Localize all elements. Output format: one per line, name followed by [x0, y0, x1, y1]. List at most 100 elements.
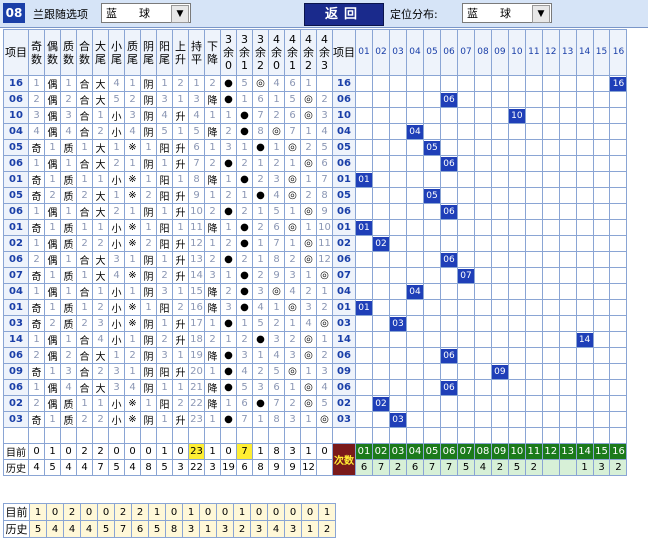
position-ball: 01 — [356, 172, 372, 187]
position-cell — [575, 107, 594, 124]
position-cell — [457, 187, 475, 204]
cell-small: 2 — [108, 203, 125, 220]
table-row: 03 奇 2 质 2 3 小 ※ 阴 1 升 17 1 ● 1 5 2 1 4 ◎ 03 03 — [3, 315, 628, 332]
cell-comp: 合 — [76, 379, 93, 396]
position-cell — [490, 315, 509, 332]
cell-m40: 1 — [268, 91, 285, 108]
position-cell — [558, 187, 577, 204]
position-ball: 07 — [458, 268, 474, 283]
cell-m31: ● — [236, 299, 253, 316]
position-cell — [524, 107, 543, 124]
cell-prime: 1 — [60, 331, 77, 348]
cell-m43: ◎ — [316, 315, 333, 332]
position-cell — [524, 75, 543, 92]
position-ball: 02 — [373, 396, 389, 411]
position-cell — [558, 155, 577, 172]
position-cell — [558, 315, 577, 332]
back-button[interactable]: 返回 — [304, 3, 384, 26]
position-cell — [575, 363, 594, 380]
position-cell — [406, 75, 424, 92]
cell-odd: 4 — [28, 123, 45, 140]
chevron-down-icon[interactable]: ▼ — [171, 5, 189, 23]
cell-down: 1 — [204, 107, 221, 124]
next-number: 04 — [406, 443, 424, 460]
position-cell — [440, 395, 458, 412]
cell-odd: 2 — [28, 91, 45, 108]
position-cell — [558, 395, 577, 412]
spacer-cell — [108, 427, 125, 444]
cell-pt: 2 — [124, 347, 141, 364]
position-cell — [575, 123, 594, 140]
cell-m41: 4 — [284, 283, 301, 300]
cell-big: 大 — [92, 91, 109, 108]
position-select-value: 蓝 球 — [467, 7, 511, 20]
stats-value: 3 — [204, 459, 221, 476]
next-count: 5 — [507, 459, 526, 476]
cell-yin: 阴 — [140, 347, 157, 364]
position-cell — [609, 347, 628, 364]
next-count: 5 — [457, 459, 475, 476]
cell-down: 降 — [204, 299, 221, 316]
cell-m32: 1 — [252, 411, 269, 428]
next-number: 06 — [440, 443, 458, 460]
position-cell — [372, 75, 390, 92]
bottom-stats-label: 目前 — [3, 503, 30, 521]
cell-small: 小 — [108, 171, 125, 188]
position-cell — [355, 91, 373, 108]
next-number: 12 — [541, 443, 560, 460]
position-cell — [524, 91, 543, 108]
cell-flat: 15 — [188, 283, 205, 300]
position-cell — [592, 283, 611, 300]
row-item: 07 — [3, 267, 29, 284]
position-cell: 03 — [389, 411, 407, 428]
position-cell — [440, 331, 458, 348]
cell-big: 大 — [92, 267, 109, 284]
follow-option-select[interactable]: 蓝 球 ▼ — [101, 3, 191, 23]
cell-comp: 1 — [76, 299, 93, 316]
cell-even: 2 — [44, 187, 61, 204]
position-cell — [507, 395, 526, 412]
position-header: 12 — [541, 29, 560, 76]
row-item: 10 — [3, 107, 29, 124]
bottom-stats-value: 0 — [216, 503, 234, 521]
cell-up: 1 — [172, 219, 189, 236]
position-cell — [609, 123, 628, 140]
spacer-cell — [220, 427, 237, 444]
cell-prime: 质 — [60, 235, 77, 252]
position-cell — [490, 251, 509, 268]
cell-even: 偶 — [44, 75, 61, 92]
position-cell — [474, 123, 492, 140]
position-cell — [389, 107, 407, 124]
cell-m42: 4 — [300, 315, 317, 332]
row-item-right: 04 — [332, 123, 356, 140]
position-cell — [457, 171, 475, 188]
position-cell — [440, 267, 458, 284]
position-cell — [355, 347, 373, 364]
cell-flat: 14 — [188, 267, 205, 284]
cell-even: 1 — [44, 363, 61, 380]
cell-small: 小 — [108, 315, 125, 332]
bottom-stats-value: 4 — [80, 520, 98, 538]
cell-m42: 1 — [300, 363, 317, 380]
cell-comp: 2 — [76, 235, 93, 252]
position-header: 16 — [609, 29, 628, 76]
stats-value: 1 — [300, 443, 317, 460]
cell-m42: 3 — [300, 299, 317, 316]
position-cell — [592, 203, 611, 220]
position-cell — [355, 155, 373, 172]
column-header: 项目 — [332, 29, 356, 76]
position-cell — [490, 139, 509, 156]
chevron-down-icon[interactable]: ▼ — [532, 5, 550, 23]
position-ball: 04 — [407, 284, 423, 299]
position-cell — [609, 331, 628, 348]
position-cell — [558, 267, 577, 284]
position-cell — [541, 347, 560, 364]
position-select[interactable]: 蓝 球 ▼ — [462, 3, 552, 23]
cell-prime: 质 — [60, 171, 77, 188]
spacer-cell — [172, 427, 189, 444]
cell-m31: 6 — [236, 395, 253, 412]
position-cell — [507, 91, 526, 108]
stats-value — [316, 459, 333, 476]
cell-m41: 1 — [284, 203, 301, 220]
spacer-cell — [575, 427, 594, 444]
